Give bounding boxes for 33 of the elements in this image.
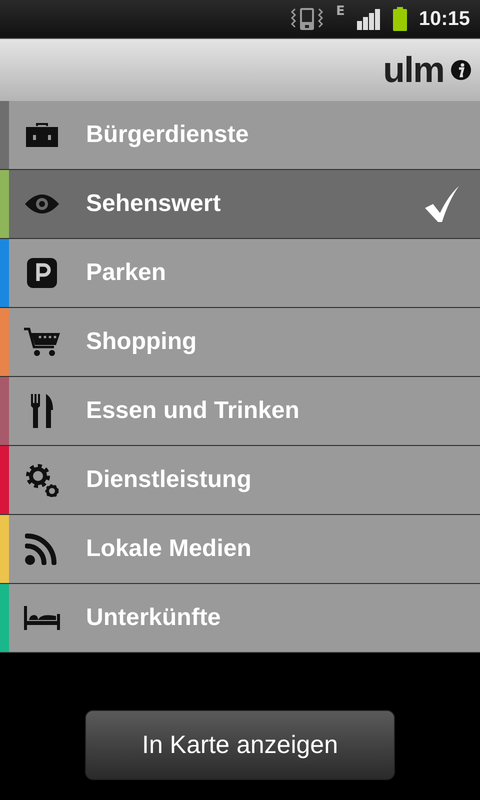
bed-icon [24, 606, 60, 630]
show-on-map-button[interactable]: In Karte anzeigen [85, 710, 395, 780]
cart-icon [24, 327, 60, 357]
category-label: Essen und Trinken [86, 397, 300, 425]
category-label: Lokale Medien [86, 535, 252, 563]
info-icon[interactable] [450, 59, 472, 81]
category-item[interactable]: Unterkünfte [0, 584, 480, 653]
gears-icon [25, 463, 59, 497]
category-label: Sehenswert [86, 190, 221, 218]
category-item[interactable]: Lokale Medien [0, 515, 480, 584]
category-item[interactable]: Shopping [0, 308, 480, 377]
network-type: E [336, 4, 345, 19]
category-label: Dienstleistung [86, 466, 252, 494]
eye-icon [24, 193, 60, 215]
logo: ulm [382, 49, 444, 91]
cutlery-icon [30, 394, 54, 428]
category-item[interactable]: Essen und Trinken [0, 377, 480, 446]
category-label: Unterkünfte [86, 604, 221, 632]
category-item[interactable]: Bürgerdienste [0, 101, 480, 170]
clock: 10:15 [418, 8, 470, 30]
category-label: Parken [86, 259, 166, 287]
briefcase-icon [25, 121, 59, 149]
rss-icon [25, 533, 59, 565]
parking-icon [27, 258, 57, 288]
category-item[interactable]: Sehenswert [0, 170, 480, 239]
vibrate-icon [290, 6, 324, 32]
category-item[interactable]: Parken [0, 239, 480, 308]
signal-icon [356, 8, 381, 30]
checkmark-icon [422, 184, 462, 224]
category-item[interactable]: Dienstleistung [0, 446, 480, 515]
category-label: Bürgerdienste [86, 121, 249, 149]
category-label: Shopping [86, 328, 197, 356]
battery-icon [392, 7, 407, 31]
